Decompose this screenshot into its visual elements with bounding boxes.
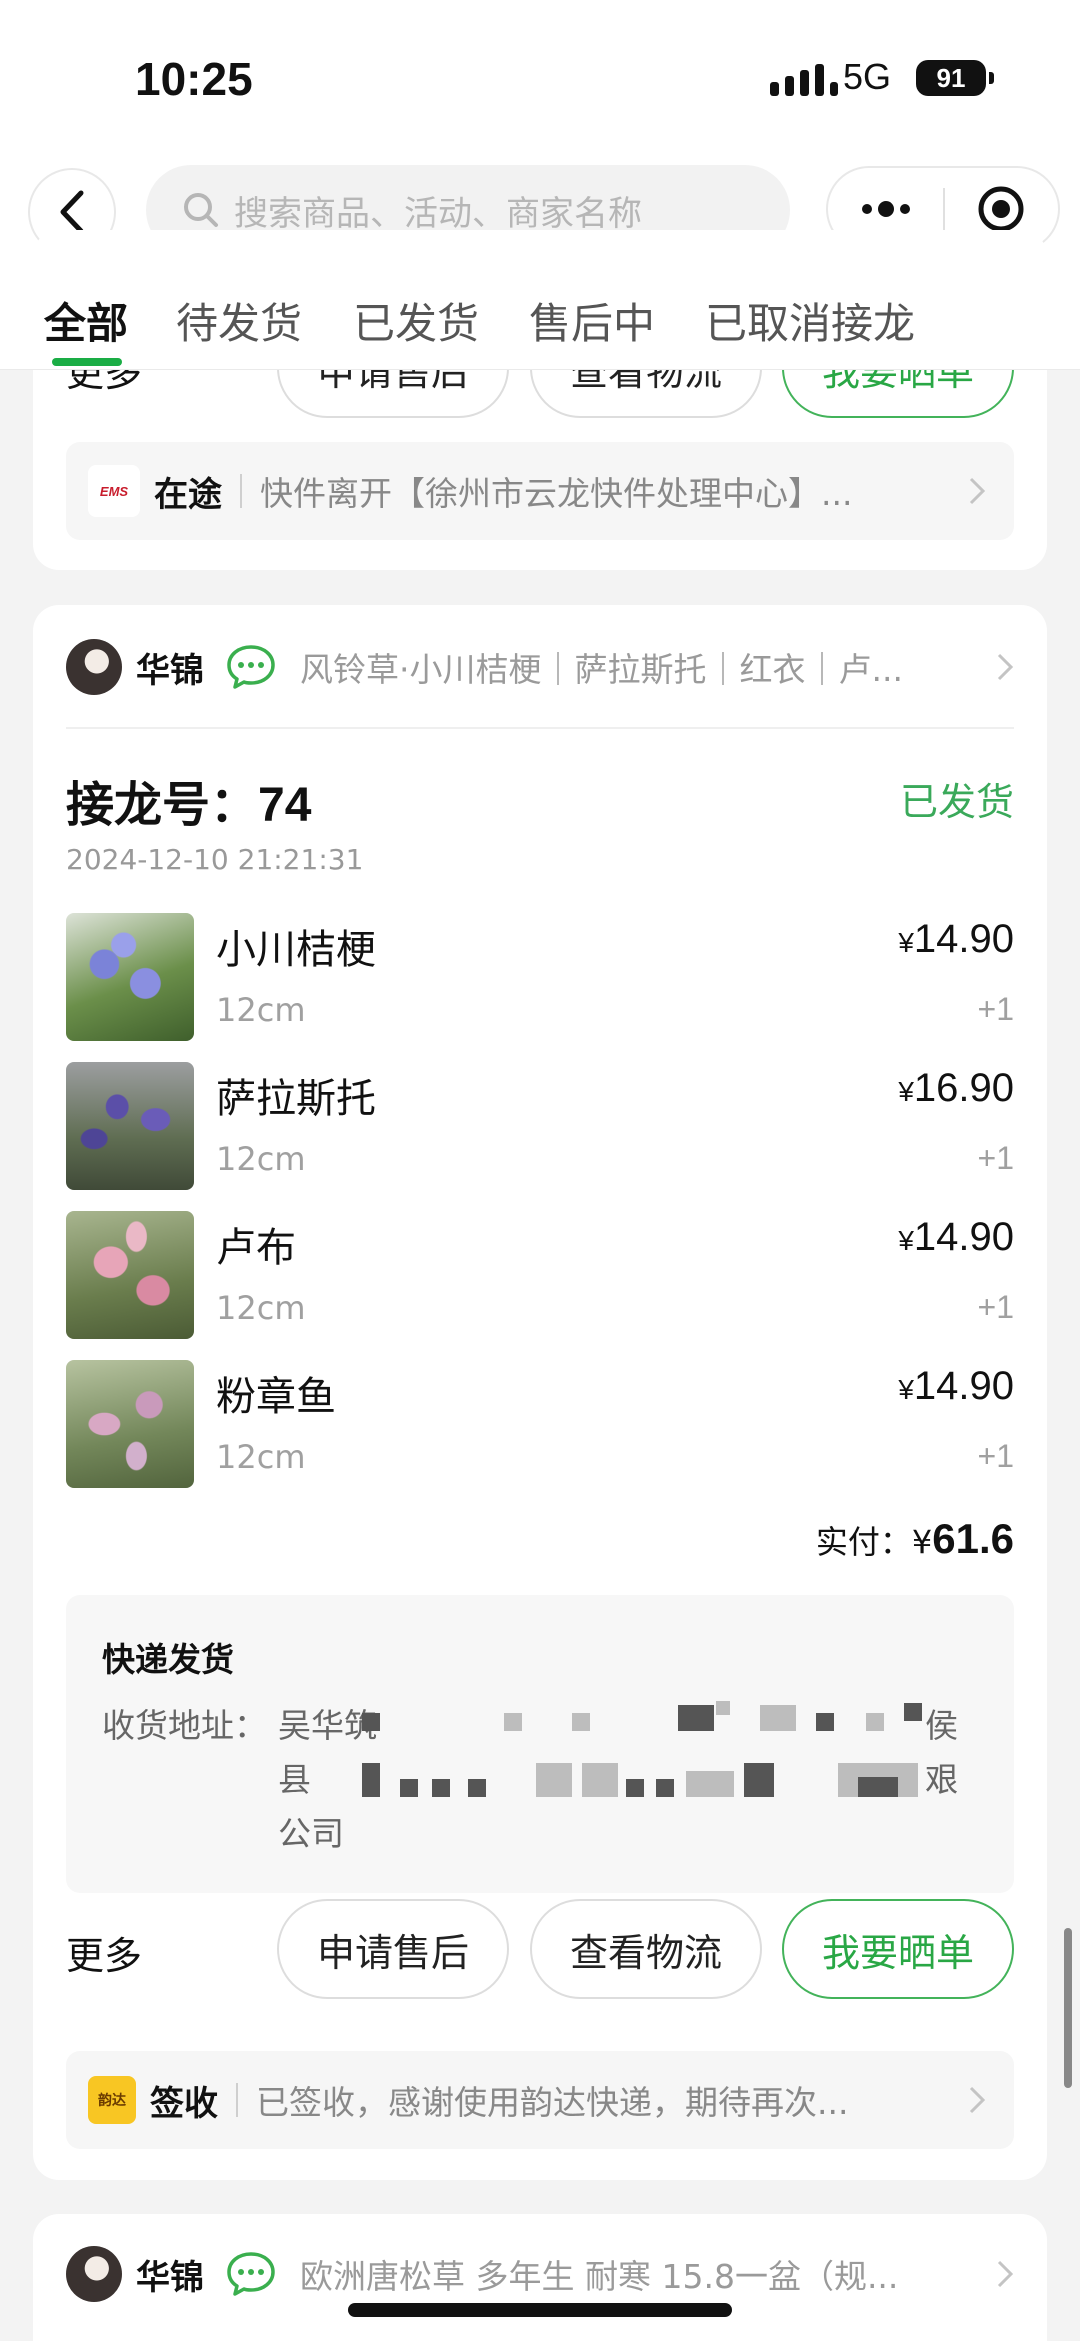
shop-name: 华锦	[136, 650, 204, 691]
chat-icon[interactable]	[226, 2251, 276, 2297]
scrollbar[interactable]	[1064, 1928, 1072, 2088]
product-image	[66, 1211, 194, 1339]
product-image	[66, 1062, 194, 1190]
chevron-right-icon	[997, 653, 1014, 681]
order-status: 已发货	[899, 780, 1014, 824]
battery-icon: 91	[916, 60, 994, 96]
yunda-logo-icon: 韵达	[88, 2076, 136, 2124]
product-name: 粉章鱼	[216, 1374, 336, 1420]
tracking-text: 已签收，感谢使用韵达快递，期待再次...	[256, 2083, 849, 2122]
more-options-button[interactable]	[828, 201, 943, 217]
order-item[interactable]: 小川桔梗 12cm ¥14.90 +1	[66, 913, 1014, 1041]
avatar	[66, 639, 122, 695]
search-icon	[184, 193, 218, 227]
order-item[interactable]: 卢布 12cm ¥14.90 +1	[66, 1211, 1014, 1339]
tab-after-sales[interactable]: 售后中	[529, 290, 655, 351]
chevron-right-icon	[969, 2086, 986, 2114]
tracking-row[interactable]: 韵达 签收 已签收，感谢使用韵达快递，期待再次...	[66, 2051, 1014, 2149]
active-tab-indicator	[52, 358, 122, 366]
search-placeholder: 搜索商品、活动、商家名称	[234, 193, 642, 234]
target-icon	[978, 186, 1024, 232]
order-card: 华锦 风铃草·小川桔梗｜萨拉斯托｜红衣｜卢... 接龙号：74 已发货 2024…	[33, 605, 1047, 2180]
signal-icon	[770, 62, 838, 96]
shop-row[interactable]: 华锦 欧洲唐松草 多年生 耐寒 15.8一盆（规...	[66, 2244, 1014, 2304]
network-type: 5G	[843, 56, 892, 97]
order-item[interactable]: 粉章鱼 12cm ¥14.90 +1	[66, 1360, 1014, 1488]
product-image	[66, 913, 194, 1041]
shipping-info: 快递发货 收货地址： 吴华筑 侯 县 艰 公司	[66, 1595, 1014, 1893]
product-price: ¥14.90	[898, 917, 1014, 961]
more-label: 更多	[66, 1934, 143, 1978]
tab-pending-shipment[interactable]: 待发货	[176, 290, 302, 351]
order-card-next: 华锦 欧洲唐松草 多年生 耐寒 15.8一盆（规...	[33, 2214, 1047, 2341]
address-label: 收货地址：	[102, 1706, 267, 1745]
ems-logo-icon: EMS	[88, 465, 140, 517]
tracking-status: 签收	[150, 2083, 218, 2124]
clock: 10:25	[135, 53, 253, 105]
shop-description: 风铃草·小川桔梗｜萨拉斯托｜红衣｜卢...	[300, 650, 903, 689]
product-quantity: +1	[977, 991, 1014, 1027]
order-tabs: 全部 待发货 已发货 售后中 已取消接龙	[0, 270, 1080, 370]
product-image	[66, 1360, 194, 1488]
product-quantity: +1	[977, 1289, 1014, 1325]
home-indicator[interactable]	[348, 2303, 732, 2317]
product-price: ¥14.90	[898, 1364, 1014, 1408]
total-paid: 实付：¥61.6	[815, 1515, 1014, 1562]
shop-description: 欧洲唐松草 多年生 耐寒 15.8一盆（规...	[300, 2257, 899, 2296]
product-spec: 12cm	[216, 1289, 306, 1327]
product-name: 萨拉斯托	[216, 1076, 376, 1122]
product-spec: 12cm	[216, 991, 306, 1029]
product-name: 卢布	[216, 1225, 296, 1271]
tracking-status: 在途	[154, 474, 222, 515]
order-item[interactable]: 萨拉斯托 12cm ¥16.90 +1	[66, 1062, 1014, 1190]
tab-cancelled[interactable]: 已取消接龙	[705, 290, 915, 351]
avatar	[66, 2246, 122, 2302]
product-price: ¥16.90	[898, 1066, 1014, 1110]
product-spec: 12cm	[216, 1438, 306, 1476]
order-number: 74	[258, 779, 312, 832]
close-miniprogram-button[interactable]	[945, 185, 1058, 233]
chat-icon[interactable]	[226, 644, 276, 690]
share-review-button[interactable]: 我要晒单	[782, 1899, 1014, 1999]
product-name: 小川桔梗	[216, 927, 376, 973]
chevron-left-icon	[60, 190, 84, 234]
product-quantity: +1	[977, 1438, 1014, 1474]
product-quantity: +1	[977, 1140, 1014, 1176]
order-date: 2024-12-10 21:21:31	[66, 843, 364, 876]
chevron-right-icon	[997, 2260, 1014, 2288]
shop-row[interactable]: 华锦 风铃草·小川桔梗｜萨拉斯托｜红衣｜卢...	[66, 637, 1014, 697]
shop-name: 华锦	[136, 2257, 204, 2298]
status-bar: 10:25 5G 91	[0, 0, 1080, 150]
tab-all[interactable]: 全部	[44, 290, 128, 351]
product-price: ¥14.90	[898, 1215, 1014, 1259]
shipping-method: 快递发货	[102, 1640, 234, 1679]
tracking-row[interactable]: EMS 在途 快件离开【徐州市云龙快件处理中心】...	[66, 442, 1014, 540]
product-spec: 12cm	[216, 1140, 306, 1178]
chevron-right-icon	[969, 477, 986, 505]
view-logistics-button[interactable]: 查看物流	[530, 1899, 762, 1999]
order-number-label: 接龙号：74	[66, 777, 312, 833]
after-sales-button[interactable]: 申请售后	[277, 1899, 509, 1999]
tracking-text: 快件离开【徐州市云龙快件处理中心】...	[260, 474, 853, 513]
tab-shipped[interactable]: 已发货	[353, 290, 479, 351]
